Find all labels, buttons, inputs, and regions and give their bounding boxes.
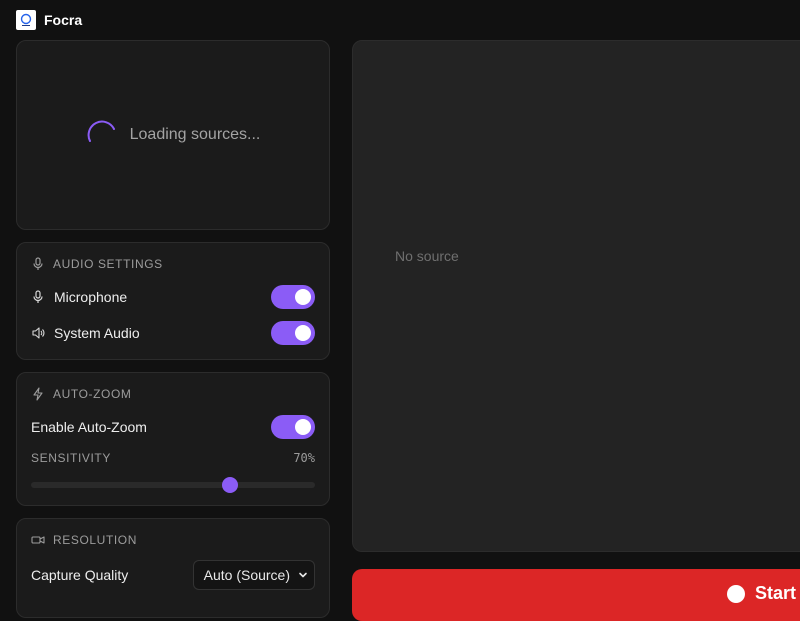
system-audio-toggle[interactable] — [271, 321, 315, 345]
capture-quality-label: Capture Quality — [31, 567, 129, 583]
enable-auto-zoom-label: Enable Auto-Zoom — [31, 419, 147, 435]
slider-thumb[interactable] — [221, 477, 238, 493]
resolution-header: RESOLUTION — [31, 533, 137, 547]
loading-text: Loading sources... — [129, 126, 261, 143]
lightning-icon — [33, 387, 43, 401]
sensitivity-slider[interactable] — [31, 477, 315, 493]
chevron-down-icon — [299, 572, 307, 578]
auto-zoom-toggle[interactable] — [271, 415, 315, 439]
video-camera-icon — [31, 536, 45, 544]
resolution-panel: RESOLUTION Capture Quality Auto (Source) — [16, 518, 330, 618]
speaker-icon — [32, 327, 45, 339]
auto-zoom-header: AUTO-ZOOM — [31, 387, 132, 401]
sensitivity-row: SENSITIVITY 70% — [31, 447, 315, 469]
microphone-icon — [33, 290, 43, 303]
title-bar: Focra — [16, 10, 82, 30]
resolution-title: RESOLUTION — [53, 533, 138, 547]
sensitivity-value: 70% — [293, 451, 315, 465]
start-recording-button[interactable]: Start — [352, 569, 800, 621]
microphone-row: Microphone — [31, 285, 315, 309]
spinner-icon — [87, 120, 115, 142]
enable-auto-zoom-row: Enable Auto-Zoom — [31, 415, 315, 439]
preview-panel — [352, 40, 800, 552]
audio-settings-header: AUDIO SETTINGS — [31, 257, 163, 271]
auto-zoom-title: AUTO-ZOOM — [53, 387, 132, 401]
capture-quality-select[interactable]: Auto (Source) — [192, 560, 315, 590]
microphone-label: Microphone — [54, 289, 128, 305]
no-source-text: No source — [395, 248, 459, 264]
microphone-icon — [33, 257, 43, 270]
sources-panel: Loading sources... — [16, 40, 330, 230]
focra-logo-icon — [16, 10, 36, 30]
start-recording-label: Start — [755, 583, 797, 603]
audio-settings-title: AUDIO SETTINGS — [53, 257, 163, 271]
auto-zoom-panel: AUTO-ZOOM Enable Auto-Zoom SENSITIVITY 7… — [16, 372, 330, 506]
slider-track[interactable] — [31, 482, 315, 488]
audio-settings-panel: AUDIO SETTINGS Microphone System Audio — [16, 242, 330, 360]
microphone-toggle[interactable] — [271, 285, 315, 309]
app-title: Focra — [44, 12, 83, 28]
loading-indicator: Loading sources... — [86, 119, 261, 151]
capture-quality-value: Auto (Source) — [203, 567, 290, 583]
system-audio-row: System Audio — [31, 321, 315, 345]
sensitivity-label: SENSITIVITY — [31, 451, 111, 465]
capture-quality-row: Capture Quality Auto (Source) — [31, 560, 315, 590]
system-audio-label: System Audio — [54, 325, 140, 341]
